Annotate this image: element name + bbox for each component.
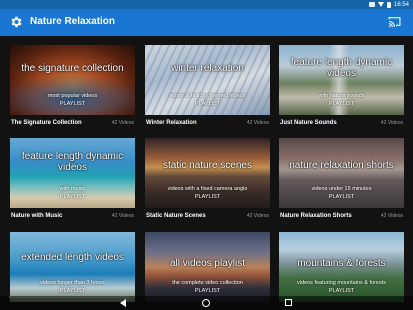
recents-icon[interactable] xyxy=(285,299,292,306)
thumbnail-subtitle: the complete video collection xyxy=(172,280,243,286)
thumbnail-title: feature length dynamic videos xyxy=(21,151,124,173)
navigation-bar xyxy=(0,296,413,310)
playlist-badge: PLAYLIST xyxy=(59,194,86,200)
playlist-card[interactable]: the signature collection most popular vi… xyxy=(10,45,135,132)
playlist-title[interactable]: Nature Relaxation Shorts xyxy=(280,213,352,219)
status-bar: 16:54 xyxy=(0,0,413,9)
playlist-badge: PLAYLIST xyxy=(328,194,355,200)
playlist-title[interactable]: Nature with Music xyxy=(11,213,62,219)
thumbnail-title: extended length videos xyxy=(21,252,124,263)
playlist-title[interactable]: Winter Relaxation xyxy=(146,120,197,126)
playlist-card[interactable]: winter relaxation winter & holiday theme… xyxy=(145,45,270,132)
thumbnail-subtitle: with music xyxy=(59,186,86,192)
playlist-thumbnail[interactable]: feature length dynamic videos with natur… xyxy=(279,45,404,115)
playlist-thumbnail[interactable]: all videos playlist the complete video c… xyxy=(145,232,270,302)
notification-icon xyxy=(368,2,375,7)
playlist-card[interactable]: mountains & forests videos featuring mou… xyxy=(279,232,404,302)
thumbnail-title: static nature scenes xyxy=(163,160,252,171)
back-icon[interactable] xyxy=(120,299,126,307)
playlist-title[interactable]: Static Nature Scenes xyxy=(146,213,206,219)
status-time: 16:54 xyxy=(393,1,409,8)
playlist-thumbnail[interactable]: the signature collection most popular vi… xyxy=(10,45,135,115)
thumbnail-title: feature length dynamic videos xyxy=(290,57,393,79)
playlist-badge: PLAYLIST xyxy=(328,101,355,107)
home-icon[interactable] xyxy=(202,299,210,307)
app-bar: Nature Relaxation xyxy=(0,9,413,36)
thumbnail-subtitle: videos longer than 3 hours xyxy=(40,280,105,286)
video-count: 42 Videos xyxy=(246,120,269,126)
thumbnail-title: winter relaxation xyxy=(171,63,244,74)
playlist-thumbnail[interactable]: feature length dynamic videos with music… xyxy=(10,138,135,208)
playlist-badge: PLAYLIST xyxy=(194,288,221,294)
playlist-thumbnail[interactable]: nature relaxation shorts videos under 15… xyxy=(279,138,404,208)
playlist-title[interactable]: The Signature Collection xyxy=(11,120,82,126)
thumbnail-title: mountains & forests xyxy=(297,258,386,269)
thumbnail-title: nature relaxation shorts xyxy=(289,160,394,171)
thumbnail-subtitle: winter & holiday themed videos xyxy=(169,93,246,99)
thumbnail-title: the signature collection xyxy=(21,63,124,74)
playlist-badge: PLAYLIST xyxy=(328,288,355,294)
playlist-thumbnail[interactable]: winter relaxation winter & holiday theme… xyxy=(145,45,270,115)
playlist-card[interactable]: extended length videos videos longer tha… xyxy=(10,232,135,302)
thumbnail-subtitle: most popular videos xyxy=(47,93,98,99)
playlist-title[interactable]: Just Nature Sounds xyxy=(280,120,337,126)
playlist-card[interactable]: feature length dynamic videos with natur… xyxy=(279,45,404,132)
app-title: Nature Relaxation xyxy=(30,16,116,27)
playlist-thumbnail[interactable]: extended length videos videos longer tha… xyxy=(10,232,135,302)
playlist-card[interactable]: static nature scenes videos with a fixed… xyxy=(145,138,270,225)
playlist-card[interactable]: feature length dynamic videos with music… xyxy=(10,138,135,225)
video-count: 42 Videos xyxy=(246,213,269,219)
status-indicators: 16:54 xyxy=(368,0,409,9)
video-count: 42 Videos xyxy=(111,120,134,126)
playlist-badge: PLAYLIST xyxy=(59,101,86,107)
wifi-icon xyxy=(377,2,384,7)
playlist-badge: PLAYLIST xyxy=(194,194,221,200)
thumbnail-subtitle: videos with a fixed camera angle xyxy=(167,186,248,192)
playlist-card[interactable]: nature relaxation shorts videos under 15… xyxy=(279,138,404,225)
playlist-badge: PLAYLIST xyxy=(194,101,221,107)
cast-icon[interactable] xyxy=(388,16,401,27)
thumbnail-subtitle: videos under 15 minutes xyxy=(311,186,372,192)
playlist-card[interactable]: all videos playlist the complete video c… xyxy=(145,232,270,302)
gear-icon[interactable] xyxy=(9,15,23,29)
video-count: 42 Videos xyxy=(380,120,403,126)
thumbnail-subtitle: with nature sounds xyxy=(318,93,365,99)
battery-icon xyxy=(386,1,391,8)
video-count: 42 Videos xyxy=(111,213,134,219)
video-count: 42 Videos xyxy=(380,213,403,219)
playlist-thumbnail[interactable]: mountains & forests videos featuring mou… xyxy=(279,232,404,302)
thumbnail-title: all videos playlist xyxy=(169,258,246,269)
playlist-thumbnail[interactable]: static nature scenes videos with a fixed… xyxy=(145,138,270,208)
thumbnail-subtitle: videos featuring mountains & forests xyxy=(297,280,386,286)
playlist-badge: PLAYLIST xyxy=(59,288,86,294)
